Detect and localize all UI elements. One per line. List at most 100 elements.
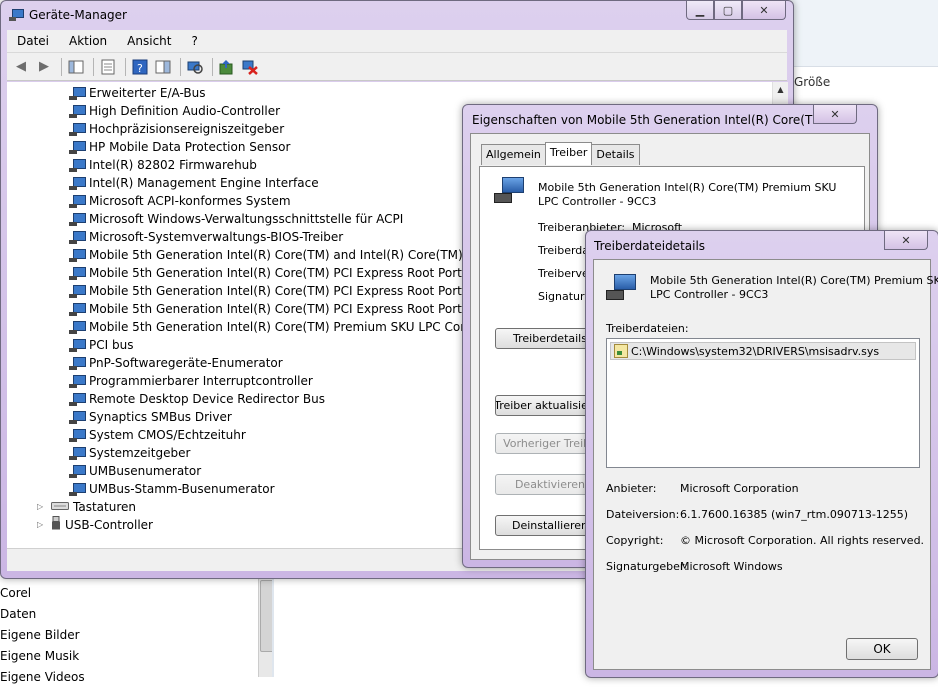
properties-icon[interactable] <box>98 57 118 77</box>
device-list-item[interactable]: Microsoft-Systemverwaltungs-BIOS-Treiber <box>69 228 343 246</box>
explorer-toolbar-strip <box>790 0 938 67</box>
device-list-item[interactable]: Microsoft Windows-Verwaltungsschnittstel… <box>69 210 403 228</box>
provider-value: Microsoft Corporation <box>680 482 799 495</box>
nav-item[interactable]: Corel <box>0 583 258 604</box>
device-list-item[interactable]: Mobile 5th Generation Intel(R) Core(TM) … <box>69 318 504 336</box>
device-icon <box>69 302 86 316</box>
minimize-button[interactable]: ▁ <box>686 1 714 20</box>
list-item[interactable]: C:\Windows\system32\DRIVERS\msisadrv.sys <box>610 342 916 360</box>
close-button[interactable]: ✕ <box>813 105 857 124</box>
device-list-item[interactable]: Erweiterter E/A-Bus <box>69 84 205 102</box>
device-list-item[interactable]: HP Mobile Data Protection Sensor <box>69 138 290 156</box>
device-list-item[interactable]: Mobile 5th Generation Intel(R) Core(TM) … <box>69 246 508 264</box>
maximize-button[interactable]: ▢ <box>714 1 742 20</box>
device-icon <box>69 194 86 208</box>
ok-button[interactable]: OK <box>846 638 918 660</box>
device-list-item[interactable]: Mobile 5th Generation Intel(R) Core(TM) … <box>69 282 519 300</box>
device-list-item[interactable]: Systemzeitgeber <box>69 444 190 462</box>
driver-file-details-dialog: Treiberdateidetails ✕ Mobile 5th Generat… <box>585 230 938 678</box>
caption-buttons: ▁ ▢ ✕ <box>686 1 786 20</box>
device-icon <box>69 284 86 298</box>
device-list-item[interactable]: Mobile 5th Generation Intel(R) Core(TM) … <box>69 300 519 318</box>
device-icon <box>69 158 86 172</box>
device-icon <box>69 212 86 226</box>
device-label: Mobile 5th Generation Intel(R) Core(TM) … <box>89 302 519 316</box>
column-header-size[interactable]: Größe <box>794 75 830 89</box>
device-list-item[interactable]: Intel(R) Management Engine Interface <box>69 174 319 192</box>
forward-arrow-icon[interactable]: ▶ <box>34 57 54 77</box>
device-label: Systemzeitgeber <box>89 446 191 460</box>
help-icon[interactable]: ? <box>130 57 150 77</box>
menu-help[interactable]: ? <box>181 34 207 48</box>
nav-item[interactable]: Eigene Musik <box>0 646 258 667</box>
device-label: Remote Desktop Device Redirector Bus <box>89 392 325 406</box>
close-button[interactable]: ✕ <box>742 1 786 20</box>
device-list-item[interactable]: Mobile 5th Generation Intel(R) Core(TM) … <box>69 264 519 282</box>
nav-item[interactable]: Eigene Videos <box>0 667 258 688</box>
nav-item[interactable]: Eigene Bilder <box>0 625 258 646</box>
menu-aktion[interactable]: Aktion <box>59 34 117 48</box>
copyright-label: Copyright: <box>606 534 664 547</box>
driver-files-label: Treiberdateien: <box>606 322 689 335</box>
device-name-line2: LPC Controller - 9CC3 <box>538 195 657 208</box>
svg-text:?: ? <box>137 62 143 75</box>
action-pane-icon[interactable] <box>153 57 173 77</box>
menu-ansicht[interactable]: Ansicht <box>117 34 181 48</box>
device-list-item[interactable]: Remote Desktop Device Redirector Bus <box>69 390 325 408</box>
category-label: Tastaturen <box>73 500 136 514</box>
menu-datei[interactable]: Datei <box>7 34 59 48</box>
dialog-title: Treiberdateidetails <box>594 239 706 253</box>
back-arrow-icon[interactable]: ◀ <box>11 57 31 77</box>
device-list-item[interactable]: PnP-Softwaregeräte-Enumerator <box>69 354 283 372</box>
pane-divider[interactable] <box>272 578 274 677</box>
tab-treiber[interactable]: Treiber <box>544 142 593 165</box>
device-list-item[interactable]: UMBus-Stamm-Busenumerator <box>69 480 275 498</box>
signer-label: Signaturgeber: <box>606 560 688 573</box>
device-list-item[interactable]: System CMOS/Echtzeituhr <box>69 426 246 444</box>
driver-files-list[interactable]: C:\Windows\system32\DRIVERS\msisadrv.sys <box>606 338 920 468</box>
device-list-item[interactable]: PCI bus <box>69 336 133 354</box>
device-manager-app-icon <box>9 9 24 21</box>
device-icon <box>69 86 86 100</box>
copyright-value: © Microsoft Corporation. All rights rese… <box>680 534 925 547</box>
system-file-icon <box>614 344 628 358</box>
device-label: HP Mobile Data Protection Sensor <box>89 140 291 154</box>
device-label: PCI bus <box>89 338 134 352</box>
device-icon <box>69 140 86 154</box>
keyboard-icon <box>51 498 69 516</box>
device-name-line1: Mobile 5th Generation Intel(R) Core(TM) … <box>650 274 938 287</box>
device-label: Intel(R) 82802 Firmwarehub <box>89 158 257 172</box>
scroll-up-arrow-icon[interactable]: ▲ <box>773 82 788 97</box>
usb-icon <box>51 515 61 535</box>
tab-allgemein[interactable]: Allgemein <box>481 144 546 165</box>
category-usb-controller[interactable]: ▷ USB-Controller <box>37 515 153 535</box>
nav-item[interactable]: Daten <box>0 604 258 625</box>
device-label: UMBus-Stamm-Busenumerator <box>89 482 275 496</box>
device-list-item[interactable]: Microsoft ACPI-konformes System <box>69 192 291 210</box>
device-list-item[interactable]: Programmierbarer Interruptcontroller <box>69 372 313 390</box>
device-icon <box>69 464 86 478</box>
scan-hardware-icon[interactable] <box>185 57 205 77</box>
device-icon <box>69 122 86 136</box>
expand-arrow-icon[interactable]: ▷ <box>37 516 47 534</box>
category-tastaturen[interactable]: ▷ Tastaturen <box>37 498 136 516</box>
device-list-item[interactable]: High Definition Audio-Controller <box>69 102 280 120</box>
device-list-item[interactable]: Intel(R) 82802 Firmwarehub <box>69 156 257 174</box>
navigation-scrollbar[interactable] <box>258 578 274 677</box>
device-list-item[interactable]: UMBusenumerator <box>69 462 201 480</box>
caption-buttons: ✕ <box>884 231 928 250</box>
toolbar: ◀ ▶ ? <box>7 53 787 81</box>
device-list-item[interactable]: Hochpräzisionsereigniszeitgeber <box>69 120 284 138</box>
device-icon <box>69 104 86 118</box>
toolbar-separator <box>125 57 126 76</box>
close-button[interactable]: ✕ <box>884 231 928 250</box>
device-label: Mobile 5th Generation Intel(R) Core(TM) … <box>89 248 509 262</box>
expand-arrow-icon[interactable]: ▷ <box>37 498 47 516</box>
device-list-item[interactable]: Synaptics SMBus Driver <box>69 408 232 426</box>
tab-details[interactable]: Details <box>591 144 640 165</box>
uninstall-icon[interactable] <box>240 57 260 77</box>
update-driver-icon[interactable] <box>217 57 237 77</box>
show-hide-console-tree-icon[interactable] <box>66 57 86 77</box>
device-icon <box>69 230 86 244</box>
device-icon <box>69 482 86 496</box>
